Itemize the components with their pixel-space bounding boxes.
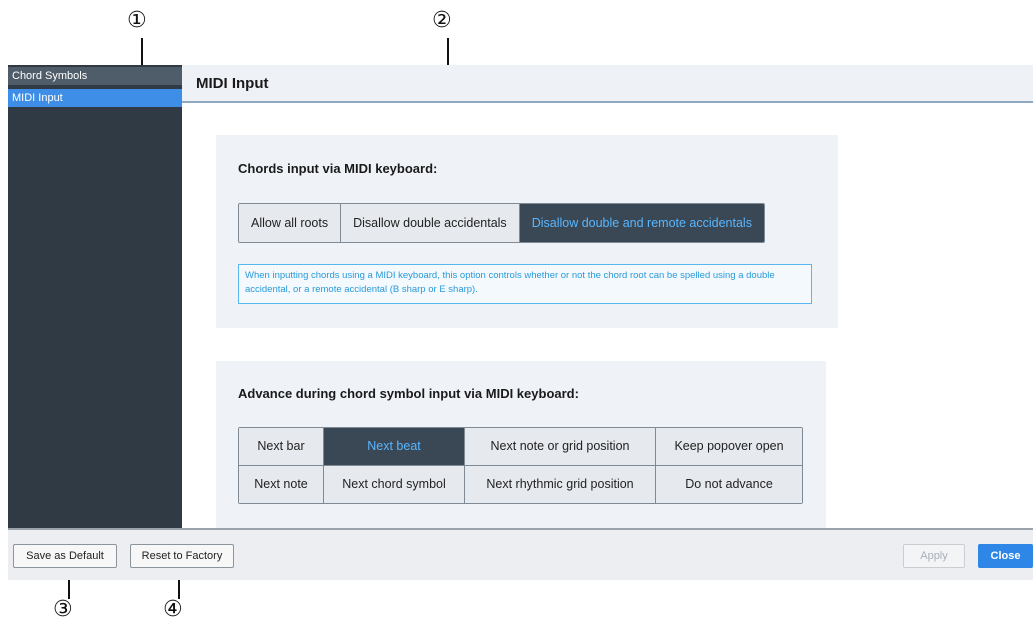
- chords-input-title: Chords input via MIDI keyboard:: [238, 161, 438, 176]
- footer-bar: Save as Default Reset to Factory Apply C…: [8, 528, 1033, 580]
- chords-input-panel: Chords input via MIDI keyboard: Allow al…: [216, 135, 838, 328]
- callout-4: ④: [163, 597, 183, 622]
- sidebar-item-chord-symbols[interactable]: Chord Symbols: [8, 67, 182, 85]
- info-box: When inputting chords using a MIDI keybo…: [238, 264, 812, 304]
- sidebar-item-midi-input[interactable]: MIDI Input: [8, 89, 182, 107]
- preferences-window: Chord Symbols MIDI Input MIDI Input Chor…: [8, 65, 1033, 580]
- chords-input-segmented-control: Allow all roots Disallow double accident…: [238, 203, 765, 243]
- advance-options-grid: Next bar Next beat Next note or grid pos…: [238, 427, 803, 504]
- advance-title: Advance during chord symbol input via MI…: [238, 386, 579, 401]
- content-body: Chords input via MIDI keyboard: Allow al…: [182, 103, 1033, 528]
- option-next-bar[interactable]: Next bar: [239, 428, 323, 465]
- option-disallow-double-and-remote-accidentals[interactable]: Disallow double and remote accidentals: [518, 204, 764, 242]
- option-next-chord-symbol[interactable]: Next chord symbol: [324, 466, 464, 503]
- callout-2: ②: [432, 8, 452, 33]
- option-disallow-double-accidentals[interactable]: Disallow double accidentals: [340, 204, 519, 242]
- page-title: MIDI Input: [196, 75, 269, 92]
- option-next-beat[interactable]: Next beat: [324, 428, 464, 465]
- save-as-default-button[interactable]: Save as Default: [13, 544, 117, 568]
- advance-panel: Advance during chord symbol input via MI…: [216, 361, 826, 528]
- close-button[interactable]: Close: [978, 544, 1033, 568]
- option-next-note-or-grid-position[interactable]: Next note or grid position: [465, 428, 655, 465]
- sidebar: Chord Symbols MIDI Input: [8, 65, 182, 528]
- apply-button[interactable]: Apply: [903, 544, 965, 568]
- option-allow-all-roots[interactable]: Allow all roots: [239, 204, 341, 242]
- option-do-not-advance[interactable]: Do not advance: [656, 466, 802, 503]
- content-header: MIDI Input: [182, 65, 1033, 103]
- option-next-note[interactable]: Next note: [239, 466, 323, 503]
- option-next-rhythmic-grid-position[interactable]: Next rhythmic grid position: [465, 466, 655, 503]
- callout-3: ③: [53, 597, 73, 622]
- option-keep-popover-open[interactable]: Keep popover open: [656, 428, 802, 465]
- callout-1: ①: [127, 8, 147, 33]
- reset-to-factory-button[interactable]: Reset to Factory: [130, 544, 234, 568]
